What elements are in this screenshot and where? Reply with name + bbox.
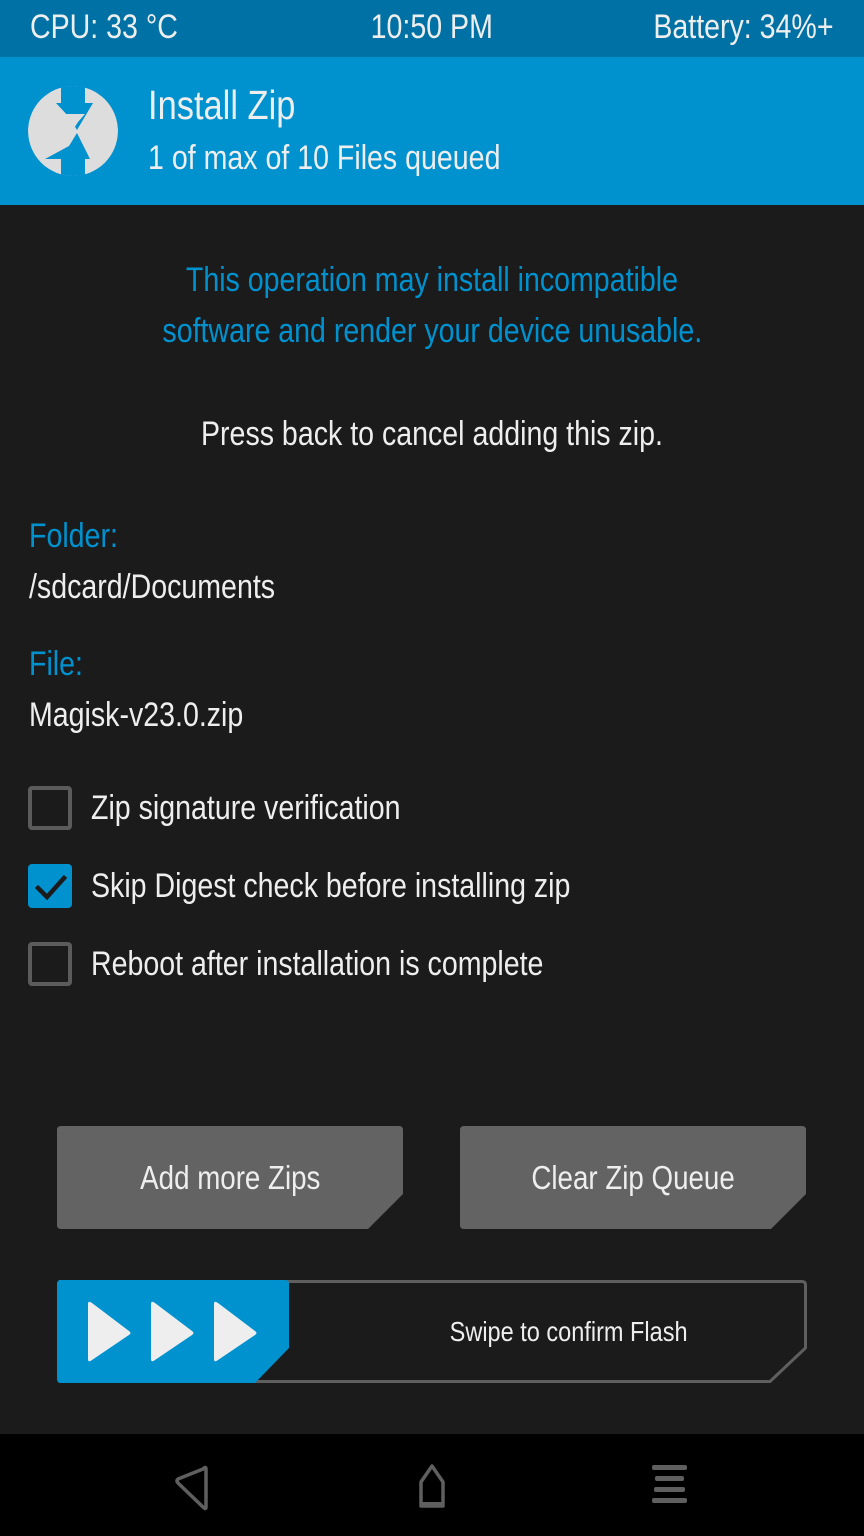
page-title: Install Zip	[148, 82, 296, 128]
menu-button[interactable]	[642, 1462, 702, 1512]
checkbox-label: Skip Digest check before installing zip	[91, 867, 571, 905]
checkbox-unchecked-icon[interactable]	[28, 786, 72, 830]
checkbox-label: Zip signature verification	[91, 789, 401, 827]
zip-signature-verification-checkbox[interactable]: Zip signature verification	[28, 786, 728, 830]
checkmark-icon	[34, 874, 68, 901]
back-triangle-icon	[175, 1465, 208, 1511]
back-button[interactable]	[163, 1462, 223, 1512]
file-label: File:	[29, 645, 83, 683]
header: Install Zip 1 of max of 10 Files queued	[0, 57, 864, 205]
status-bar: CPU: 33 °C 10:50 PM Battery: 34%+	[0, 0, 864, 57]
swipe-to-confirm-slider[interactable]: Swipe to confirm Flash	[57, 1280, 807, 1383]
folder-label: Folder:	[29, 517, 118, 555]
checkbox-label: Reboot after installation is complete	[91, 945, 544, 983]
home-button[interactable]	[402, 1462, 462, 1512]
battery-status: Battery: 34%+	[653, 8, 834, 46]
file-name: Magisk-v23.0.zip	[29, 696, 244, 734]
reboot-after-install-checkbox[interactable]: Reboot after installation is complete	[28, 942, 728, 986]
twrp-logo-icon	[28, 86, 118, 176]
warning-line-1: This operation may install incompatible	[185, 261, 679, 299]
navigation-bar	[0, 1434, 864, 1536]
warning-line-2: software and render your device unusable…	[162, 312, 702, 350]
skip-digest-check-checkbox[interactable]: Skip Digest check before installing zip	[28, 864, 728, 908]
home-icon	[419, 1464, 445, 1508]
swipe-handle[interactable]	[57, 1280, 289, 1383]
instruction-text: Press back to cancel adding this zip.	[201, 415, 663, 453]
add-more-zips-button[interactable]: Add more Zips	[57, 1126, 403, 1229]
swipe-label: Swipe to confirm Flash	[450, 1316, 688, 1347]
triple-arrow-right-icon	[57, 1280, 289, 1383]
checkbox-checked-icon[interactable]	[28, 864, 72, 908]
folder-path: /sdcard/Documents	[29, 568, 276, 606]
checkbox-unchecked-icon[interactable]	[28, 942, 72, 986]
menu-lines-icon	[652, 1465, 687, 1503]
queue-status: 1 of max of 10 Files queued	[148, 139, 501, 177]
clear-zip-queue-button[interactable]: Clear Zip Queue	[460, 1126, 806, 1229]
